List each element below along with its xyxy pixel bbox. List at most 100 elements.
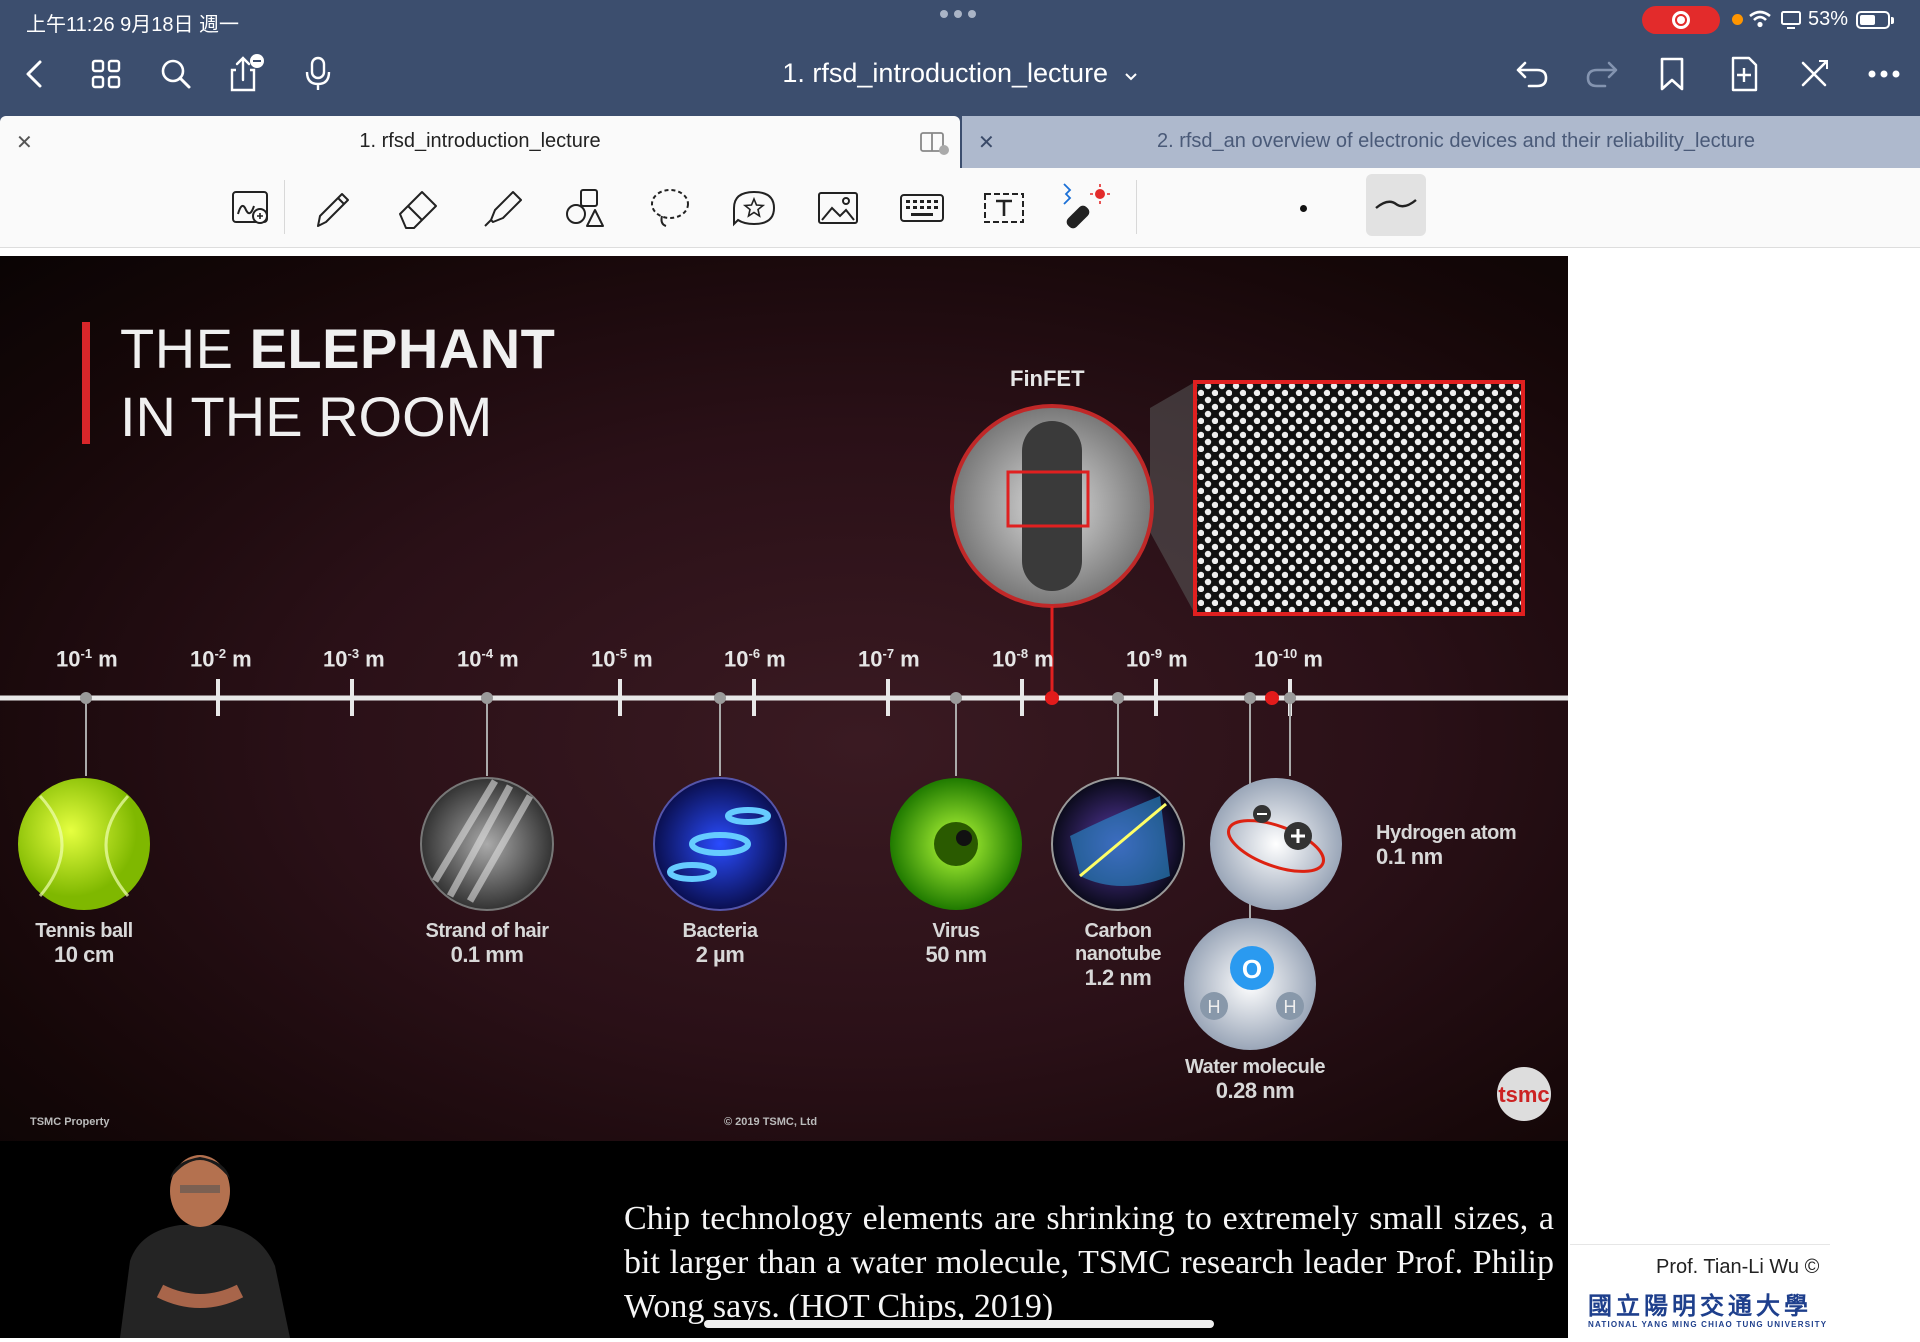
top-bar: 上午11:26 9月18日 週一 53% 1. rfsd_introductio… xyxy=(0,0,1920,116)
annotation-toolbar xyxy=(0,168,1920,248)
stroke-size-option[interactable] xyxy=(1300,205,1307,212)
search-icon xyxy=(161,59,191,89)
back-button[interactable] xyxy=(14,54,54,94)
document-title[interactable]: 1. rfsd_introduction_lecture xyxy=(782,58,1108,88)
zoom-window-icon xyxy=(232,191,268,224)
keyboard-icon xyxy=(900,194,944,222)
scale-label: 10-9 m xyxy=(1126,646,1188,672)
redo-button[interactable] xyxy=(1582,54,1622,94)
wifi-icon xyxy=(1749,10,1771,28)
laser-pointer-icon xyxy=(1063,183,1110,229)
eraser-tool[interactable] xyxy=(392,184,444,232)
object-tennis-ball: Tennis ball 10 cm xyxy=(35,920,133,967)
object-hair: Strand of hair 0.1 mm xyxy=(425,920,549,967)
close-tools-button[interactable] xyxy=(1794,54,1834,94)
text-box-icon xyxy=(984,193,1024,223)
scale-label: 10-3 m xyxy=(323,646,385,672)
slide-caption: Chip technology elements are shrinking t… xyxy=(624,1200,1554,1325)
svg-text:O: O xyxy=(1242,954,1262,984)
laser-pointer-tool[interactable] xyxy=(1058,183,1110,232)
scale-label: 10-8 m xyxy=(992,646,1054,672)
split-view-icon[interactable] xyxy=(920,131,950,155)
undo-icon xyxy=(1516,61,1548,88)
tab-label: 1. rfsd_introduction_lecture xyxy=(359,130,601,152)
screen-mirror-icon xyxy=(1781,11,1801,29)
author-credit: Prof. Tian-Li Wu © xyxy=(1656,1256,1820,1278)
grid-icon xyxy=(91,59,121,89)
object-virus: Virus 50 nm xyxy=(925,920,987,967)
record-audio-button[interactable] xyxy=(298,54,338,94)
sticker-icon xyxy=(733,190,776,227)
home-indicator[interactable] xyxy=(704,1320,1214,1328)
page-margin-panel: Prof. Tian-Li Wu © 國立陽明交通大學 NATIONAL YAN… xyxy=(1568,256,1920,1338)
pen-tool[interactable] xyxy=(306,184,358,232)
search-button[interactable] xyxy=(156,54,196,94)
university-logo-text: 國立陽明交通大學 xyxy=(1588,1291,1812,1320)
document-tabs: ✕ 1. rfsd_introduction_lecture ✕ 2. rfsd… xyxy=(0,116,1920,168)
scale-label: 10-5 m xyxy=(591,646,653,672)
object-water-molecule: Water molecule 0.28 nm xyxy=(1184,1056,1326,1103)
sticker-tool[interactable] xyxy=(728,184,780,232)
shapes-tool[interactable] xyxy=(560,184,612,232)
slide-footer-left: TSMC Property xyxy=(30,1116,110,1128)
lasso-icon xyxy=(651,189,689,227)
pen-icon xyxy=(317,193,349,227)
bookmark-icon xyxy=(1660,57,1684,91)
highlighter-icon xyxy=(484,191,522,227)
more-button[interactable] xyxy=(1864,54,1904,94)
multitasking-handle[interactable] xyxy=(940,10,976,18)
document-title-wrap: 1. rfsd_introduction_lecture xyxy=(0,58,1920,89)
svg-text:tsmc: tsmc xyxy=(1498,1082,1549,1107)
status-time: 上午11:26 9月18日 週一 xyxy=(26,14,240,36)
slide-footer-center: © 2019 TSMC, Ltd xyxy=(724,1116,818,1128)
object-hydrogen-atom: Hydrogen atom 0.1 nm xyxy=(1376,822,1517,869)
undo-button[interactable] xyxy=(1512,54,1552,94)
eraser-icon xyxy=(399,191,437,229)
tab-label: 2. rfsd_an overview of electronic device… xyxy=(1156,130,1756,152)
app-window: 上午11:26 9月18日 週一 53% 1. rfsd_introductio… xyxy=(0,0,1920,1342)
thumbnails-button[interactable] xyxy=(86,54,126,94)
tab-overview-lecture[interactable]: ✕ 2. rfsd_an overview of electronic devi… xyxy=(962,116,1920,168)
object-bacteria: Bacteria 2 µm xyxy=(682,920,758,967)
curve-stroke-icon xyxy=(1375,199,1417,209)
svg-text:H: H xyxy=(1208,997,1221,1017)
battery-percent: 53% xyxy=(1808,8,1849,30)
battery-icon xyxy=(1856,11,1894,29)
mic-in-use-dot xyxy=(1732,14,1743,25)
scale-label: 10-10 m xyxy=(1254,646,1323,672)
share-icon xyxy=(230,54,264,92)
bookmark-button[interactable] xyxy=(1652,54,1692,94)
image-icon xyxy=(818,192,858,224)
status-bar: 上午11:26 9月18日 週一 53% xyxy=(0,0,1920,40)
zoom-write-tool[interactable] xyxy=(226,184,278,232)
redo-icon xyxy=(1586,61,1618,88)
stroke-style-option[interactable] xyxy=(1366,174,1426,236)
highlighter-tool[interactable] xyxy=(476,184,528,232)
lasso-tool[interactable] xyxy=(644,184,696,232)
close-toolbar-icon xyxy=(1801,60,1828,87)
scale-label: 10-6 m xyxy=(724,646,786,672)
scale-illustration: O H H tsmc xyxy=(0,380,1568,1121)
slide-visual: THE ELEPHANT IN THE ROOM FinFET O H H ts… xyxy=(0,256,1568,1141)
presenter-image xyxy=(120,1155,290,1338)
add-page-button[interactable] xyxy=(1724,54,1764,94)
keyboard-tool[interactable] xyxy=(896,184,948,232)
object-carbon-nanotube: Carbon nanotube 1.2 nm xyxy=(1075,920,1162,990)
back-icon xyxy=(26,60,42,88)
image-tool[interactable] xyxy=(812,184,864,232)
tab-introduction-lecture[interactable]: ✕ 1. rfsd_introduction_lecture xyxy=(0,116,960,168)
scale-label: 10-4 m xyxy=(457,646,519,672)
more-icon xyxy=(1868,70,1900,78)
svg-text:H: H xyxy=(1284,997,1297,1017)
video-caption-area: Chip technology elements are shrinking t… xyxy=(0,1141,1568,1338)
university-logo-subtext: NATIONAL YANG MING CHIAO TUNG UNIVERSITY xyxy=(1588,1320,1828,1329)
scale-label: 10-7 m xyxy=(858,646,920,672)
add-page-icon xyxy=(1731,56,1758,92)
text-box-tool[interactable] xyxy=(978,184,1030,232)
share-button[interactable] xyxy=(226,54,266,94)
chevron-down-icon[interactable] xyxy=(1124,72,1138,82)
shapes-icon xyxy=(566,189,604,227)
screen-record-indicator[interactable] xyxy=(1642,6,1720,34)
scale-label: 10-1 m xyxy=(56,646,118,672)
slide-page: THE ELEPHANT IN THE ROOM FinFET O H H ts… xyxy=(0,256,1568,1338)
